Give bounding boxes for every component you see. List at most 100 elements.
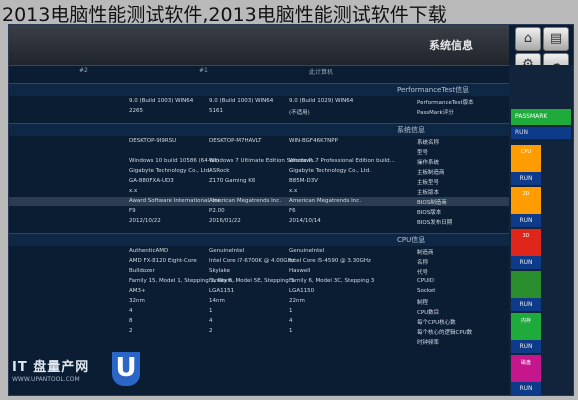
row-label: CPU数目 (417, 310, 440, 316)
run-button[interactable]: RUN (511, 172, 541, 185)
section-header[interactable]: 系统信息 (9, 123, 509, 136)
value-1: 5161 (209, 108, 223, 114)
value-2: GA-880FXA-UD3 (129, 178, 174, 184)
value-2: 4 (129, 308, 133, 314)
value-2: 2012/10/22 (129, 218, 161, 224)
value-1: Intel Core i7-6700K @ 4.00GHz (209, 258, 295, 264)
table-row[interactable]: x.x x.x 主板版本 (9, 187, 509, 196)
home-icon[interactable]: ⌂ (515, 27, 541, 51)
page-caption: 2013电脑性能测试软件,2013电脑性能测试软件下载 (2, 4, 447, 26)
tile-label: 2D (522, 191, 530, 197)
value-2: 9.0 (Build 1003) WIN64 (129, 98, 194, 104)
value-2: 2 (129, 328, 133, 334)
value-this-pc: Intel Core i5-4590 @ 3.30GHz (289, 258, 371, 264)
run-button[interactable]: RUN (511, 256, 541, 269)
value-this-pc: 9.0 (Build 1029) WIN64 (289, 98, 354, 104)
row-label: PerformanceTest版本 (417, 100, 474, 106)
table-row[interactable]: Windows 10 build 10586 (64-bit) Windows 7… (9, 157, 509, 166)
table-row[interactable]: F9 P2.00 F6 BIOS版本 (9, 207, 509, 216)
value-this-pc: 1 (289, 328, 293, 334)
table-row[interactable]: GA-880FXA-UD3 Z170 Gaming K6 B85M-D3V 主板型号 (9, 177, 509, 186)
section-header[interactable]: CPU信息 (9, 233, 509, 246)
value-this-pc: Windows 7 Professional Edition build... (289, 158, 395, 164)
benchmark-tile[interactable]: CPU RUN (511, 145, 541, 185)
section-title: PerformanceTest信息 (397, 86, 470, 94)
column-head-2: #2 (79, 67, 88, 74)
value-this-pc: x.x (289, 188, 298, 194)
table-row[interactable]: 32nm 14nm 22nm 制程 (9, 297, 509, 306)
table-row[interactable]: 型号 (9, 147, 509, 156)
value-1: 14nm (209, 298, 225, 304)
table-row[interactable]: 时钟频率 (9, 337, 509, 346)
value-2: DESKTOP-9I9RSU (129, 138, 177, 144)
run-all-button[interactable]: RUN (511, 127, 571, 139)
watermark-url: WWW.UPANTOOL.COM (12, 376, 80, 383)
value-1: 9.0 (Build 1003) WIN64 (209, 98, 274, 104)
table-row[interactable]: AuthenticAMD GenuineIntel GenuineIntel 制造商 (9, 247, 509, 256)
value-2: Bulldozer (129, 268, 155, 274)
window-title: 系统信息 (429, 39, 473, 52)
value-this-pc: B85M-D3V (289, 178, 318, 184)
run-button[interactable]: RUN (511, 382, 541, 395)
row-label: 型号 (417, 150, 429, 156)
sidebar: PASSMARK RUN CPU RUN 2D RUN 3D RUN RUN 内存 RUN 磁盘 R… (509, 65, 573, 395)
table-row[interactable]: Award Software International, Inc. Americ… (9, 197, 509, 206)
table-row[interactable]: 2 2 1 每个核心的逻辑CPU数 (9, 327, 509, 336)
benchmark-tile[interactable]: 磁盘 RUN (511, 355, 541, 395)
table-row[interactable]: Bulldozer Skylake Haswell 代号 (9, 267, 509, 276)
row-label: 制程 (417, 300, 429, 306)
table-row[interactable]: 2012/10/22 2016/01/22 2014/10/14 BIOS发布日期 (9, 217, 509, 226)
value-2: Gigabyte Technology Co., Ltd. (129, 168, 212, 174)
row-label: BIOS制造商 (417, 200, 447, 206)
benchmark-tile[interactable]: 3D RUN (511, 229, 541, 269)
value-2: 2265 (129, 108, 143, 114)
column-head-this-pc: 此计算机 (309, 69, 334, 76)
compare-icon[interactable]: ▤ (543, 27, 569, 51)
table-row[interactable]: 4 1 1 CPU数目 (9, 307, 509, 316)
tile-label: CPU (520, 149, 532, 155)
row-label: 主板版本 (417, 190, 440, 196)
benchmark-tile[interactable]: 内存 RUN (511, 313, 541, 353)
tile-label: 磁盘 (520, 360, 531, 366)
value-1: Z170 Gaming K6 (209, 178, 256, 184)
table-row[interactable]: Family 15, Model 1, Stepping 2, Revis...… (9, 277, 509, 286)
value-this-pc: 22nm (289, 298, 305, 304)
value-this-pc: WIN-BGF46K7NPP (289, 138, 338, 144)
table-row[interactable]: Gigabyte Technology Co., Ltd. ASRock Gigab… (9, 167, 509, 176)
section-title: 系统信息 (397, 126, 425, 134)
value-1: Skylake (209, 268, 231, 274)
value-this-pc: Family 6, Model 3C, Stepping 3 (289, 278, 375, 284)
passmark-tile[interactable]: PASSMARK (511, 109, 571, 125)
section-header[interactable]: PerformanceTest信息 (9, 83, 509, 96)
row-label: 每个核心的逻辑CPU数 (417, 330, 473, 336)
table-row[interactable]: 2265 5161 (不适用) PassMark评分 (9, 107, 509, 116)
value-this-pc: Haswell (289, 268, 311, 274)
run-button[interactable]: RUN (511, 298, 541, 311)
value-1: American Megatrends Inc. (209, 198, 282, 204)
table-row[interactable]: AM3+ LGA1151 LGA1150 Socket (9, 287, 509, 296)
value-this-pc: GenuineIntel (289, 248, 325, 254)
value-2: 32nm (129, 298, 145, 304)
value-this-pc: American Megatrends Inc. (289, 198, 362, 204)
run-button[interactable]: RUN (511, 214, 541, 227)
watermark-text: IT 盘量产网 (12, 360, 90, 375)
value-1: DESKTOP-M7HAVLT (209, 138, 262, 144)
run-button[interactable]: RUN (511, 340, 541, 353)
value-1: GenuineIntel (209, 248, 245, 254)
section-title: CPU信息 (397, 236, 426, 244)
table-row[interactable]: 8 4 4 每个CPU核心数 (9, 317, 509, 326)
title-bar: 系统信息 (9, 25, 509, 66)
row-label: 操作系统 (417, 160, 440, 166)
value-2: AMD FX-8120 Eight-Core (129, 258, 197, 264)
value-2: x.x (129, 188, 138, 194)
app-window: 系统信息 #2 #1 此计算机 ⌂ ▤ ⚙ ☁ PerformanceTest信… (8, 24, 574, 396)
table-row[interactable]: AMD FX-8120 Eight-Core Intel Core i7-6700… (9, 257, 509, 266)
benchmark-tile[interactable]: 2D RUN (511, 187, 541, 227)
value-1: 2 (209, 328, 213, 334)
tile-label: 内存 (520, 318, 531, 324)
table-row[interactable]: DESKTOP-9I9RSU DESKTOP-M7HAVLT WIN-BGF46K7… (9, 137, 509, 146)
table-row[interactable]: 9.0 (Build 1003) WIN64 9.0 (Build 1003) W… (9, 97, 509, 106)
value-1: ASRock (209, 168, 230, 174)
value-this-pc: F6 (289, 208, 296, 214)
benchmark-tile[interactable]: RUN (511, 271, 541, 311)
